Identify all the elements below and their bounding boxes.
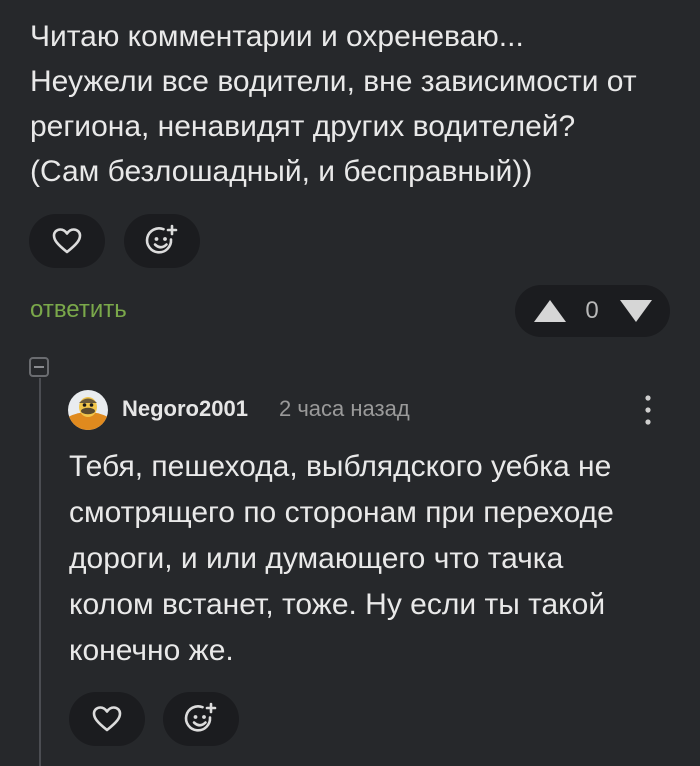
more-options-icon[interactable] — [636, 393, 660, 427]
heart-icon — [52, 228, 82, 254]
add-reaction-button[interactable] — [124, 214, 200, 268]
avatar-image — [68, 390, 108, 430]
comment-timestamp: 2 часа назад — [279, 396, 410, 421]
collapse-thread-button[interactable] — [29, 357, 49, 377]
comment-add-reaction-button[interactable] — [163, 692, 239, 746]
like-button[interactable] — [29, 214, 105, 268]
reply-link[interactable]: ответить — [30, 296, 127, 324]
heart-icon — [92, 706, 122, 732]
rating-box: 0 — [515, 285, 670, 337]
avatar[interactable] — [68, 390, 108, 430]
comment-username[interactable]: Negoro2001 — [122, 396, 248, 422]
triangle-down-icon[interactable] — [619, 299, 653, 323]
triangle-up-icon[interactable] — [533, 299, 567, 323]
comment-text: Тебя, пешехода, выблядского уебка не смо… — [69, 450, 614, 667]
smiley-add-icon — [145, 224, 178, 254]
rating-score: 0 — [585, 297, 599, 324]
thread-line[interactable] — [39, 378, 41, 766]
smiley-add-icon — [184, 702, 217, 732]
post-text: Читаю комментарии и охреневаю... Неужели… — [30, 20, 637, 188]
comment-like-button[interactable] — [69, 692, 145, 746]
